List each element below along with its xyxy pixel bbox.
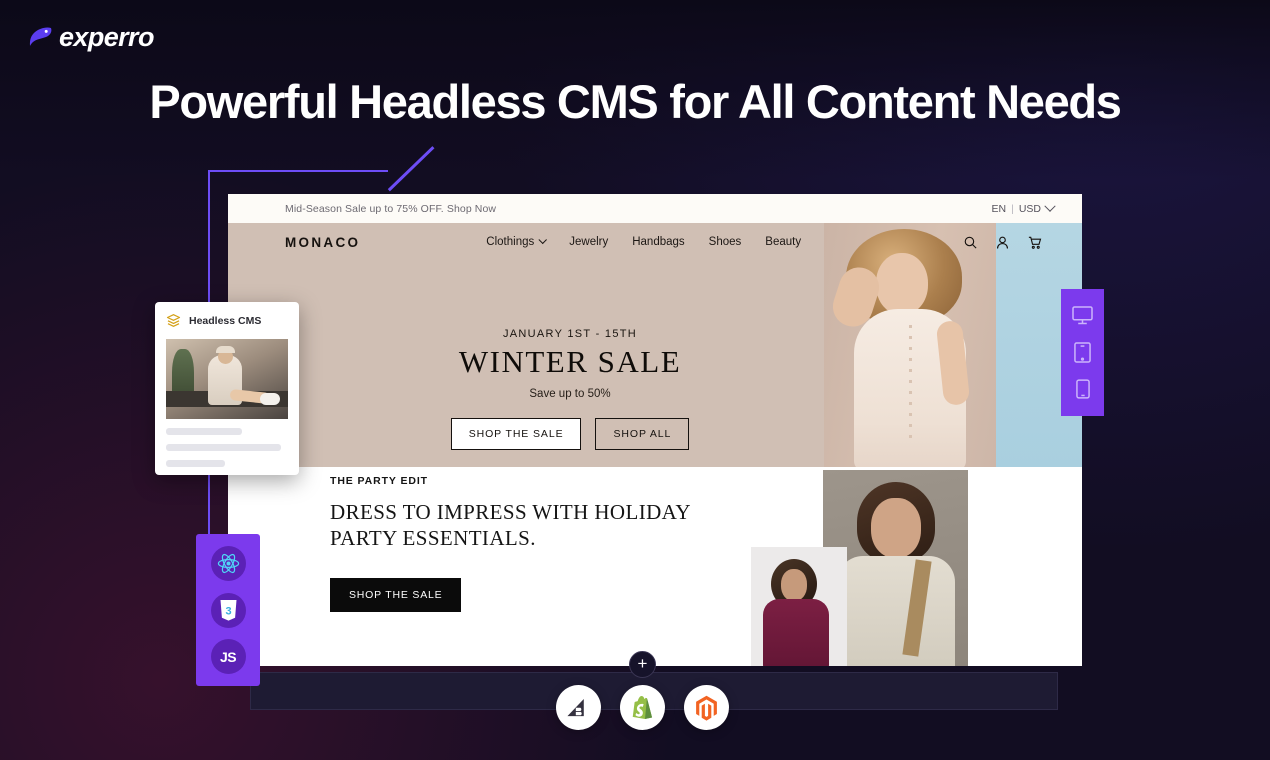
javascript-icon[interactable]: JS [210,639,246,675]
party-eyebrow: THE PARTY EDIT [330,475,428,487]
js-label: JS [219,648,237,665]
cms-card-label: Headless CMS [189,314,262,327]
platform-logos [556,685,729,730]
locale-language: EN [991,202,1007,215]
cms-card-image [166,339,288,419]
hero-title: WINTER SALE [458,344,682,379]
hero-section: MONACO Clothings Jewelry Handbags Shoes … [228,223,1082,467]
page-title: Powerful Headless CMS for All Content Ne… [149,75,1122,128]
menu-item-shoes[interactable]: Shoes [709,236,742,248]
announcement-bar: Mid-Season Sale up to 75% OFF. Shop Now … [228,194,1082,223]
cart-icon[interactable] [1027,235,1042,250]
hero-eyebrow: JANUARY 1ST - 15TH [502,328,638,340]
locale-selector[interactable]: EN | USD [991,200,1056,215]
chevron-down-icon [1044,200,1056,212]
hero-subtitle: Save up to 50% [529,388,611,401]
shop-all-button[interactable]: SHOP ALL [595,418,690,451]
shop-the-sale-button[interactable]: SHOP THE SALE [450,418,582,451]
hero-copy: JANUARY 1ST - 15TH WINTER SALE Save up t… [228,328,1082,451]
add-platform-button[interactable]: + [629,651,656,678]
experro-bird-mark [29,27,52,46]
search-icon[interactable] [963,235,978,250]
svg-text:3: 3 [225,605,231,617]
layers-icon [166,314,181,327]
skeleton-line [166,444,281,451]
party-edit-section: THE PARTY EDIT DRESS TO IMPRESS WITH HOL… [228,467,1082,666]
tech-stack-rail: 3 JS [196,534,260,686]
party-title: DRESS TO IMPRESS WITH HOLIDAY PARTY ESSE… [330,500,691,550]
cms-card-header: Headless CMS [166,313,288,328]
user-icon[interactable] [995,235,1010,250]
storefront-preview: Mid-Season Sale up to 75% OFF. Shop Now … [228,194,1082,666]
headless-cms-card[interactable]: Headless CMS [155,302,299,475]
desktop-icon[interactable] [1072,305,1093,325]
brand-name: experro [59,22,154,52]
shopify-icon[interactable] [620,685,665,730]
party-shop-the-sale-button[interactable]: SHOP THE SALE [330,577,462,612]
menu-item-beauty[interactable]: Beauty [765,236,801,248]
storefront-navbar: MONACO Clothings Jewelry Handbags Shoes … [228,223,1082,261]
party-copy: THE PARTY EDIT DRESS TO IMPRESS WITH HOL… [330,475,730,612]
mobile-icon[interactable] [1075,379,1090,399]
css3-icon[interactable]: 3 [210,592,246,628]
react-icon[interactable] [210,545,246,581]
menu-item-clothings[interactable]: Clothings [486,235,548,248]
tablet-icon[interactable] [1074,341,1091,363]
menu-item-jewelry[interactable]: Jewelry [569,236,608,248]
skeleton-line [166,460,225,467]
menu-item-handbags[interactable]: Handbags [632,236,684,248]
storefront-header-icons [963,235,1042,250]
locale-divider: | [1011,202,1014,215]
storefront-menu: Clothings Jewelry Handbags Shoes Beauty [486,235,801,248]
menu-label: Clothings [486,236,535,248]
skeleton-line [166,428,242,435]
party-image-small [751,547,847,666]
hero-buttons: SHOP THE SALE SHOP ALL [228,418,912,451]
announcement-text: Mid-Season Sale up to 75% OFF. Shop Now [285,202,497,215]
storefront-logo[interactable]: MONACO [285,235,360,250]
plus-label: + [637,654,648,673]
brand-logo[interactable]: experro [28,24,154,51]
chevron-down-icon [538,235,548,245]
bigcommerce-icon[interactable] [556,685,601,730]
device-preview-rail [1061,289,1104,416]
locale-currency: USD [1018,202,1041,215]
magento-icon[interactable] [684,685,729,730]
